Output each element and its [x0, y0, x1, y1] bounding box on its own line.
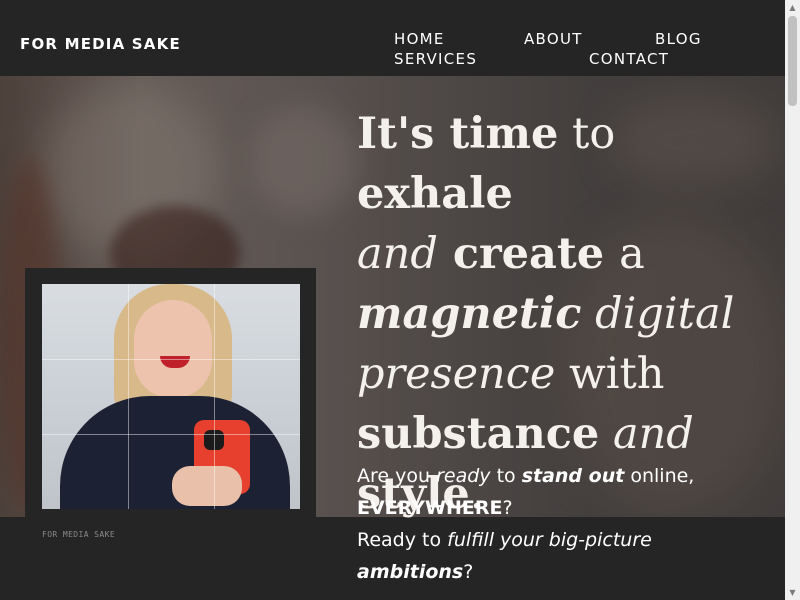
- text-segment: EVERYWHERE: [357, 497, 503, 519]
- text-segment: Ready to: [357, 529, 448, 551]
- text-segment: presence: [357, 349, 556, 399]
- text-segment: stand out: [521, 465, 625, 487]
- text-segment: to: [490, 465, 522, 487]
- grid-line: [42, 359, 300, 360]
- text-segment: substance: [357, 409, 600, 459]
- hero-subheading-ambitions: Ready to fulfill your big-picture ambitio…: [357, 524, 652, 588]
- nav-about[interactable]: ABOUT: [524, 30, 583, 48]
- nav-blog[interactable]: BLOG: [655, 30, 702, 48]
- brand-logo[interactable]: FOR MEDIA SAKE: [20, 35, 181, 53]
- nav-contact[interactable]: CONTACT: [589, 50, 669, 68]
- site-header: FOR MEDIA SAKE HOME ABOUT BLOG SERVICES …: [0, 0, 785, 76]
- text-segment: exhale: [357, 169, 513, 219]
- page: FOR MEDIA SAKE HOME ABOUT BLOG SERVICES …: [0, 0, 785, 600]
- scroll-down-icon[interactable]: ▼: [785, 585, 800, 600]
- grid-line: [128, 284, 129, 509]
- text-segment: with: [555, 349, 665, 399]
- photo-watermark: FOR MEDIA SAKE: [42, 530, 116, 539]
- hero-subheading-standout: Are you ready to stand out online, EVERYW…: [357, 460, 694, 524]
- text-segment: a: [619, 229, 645, 279]
- grid-line: [214, 284, 215, 509]
- scroll-up-icon[interactable]: ▲: [785, 0, 800, 15]
- portrait-photo: [42, 284, 300, 509]
- text-segment: and: [599, 409, 694, 459]
- text-segment: online,: [624, 465, 695, 487]
- text-segment: ready: [436, 465, 491, 487]
- photo-hand: [172, 466, 242, 506]
- photo-face: [134, 300, 212, 398]
- text-segment: ?: [502, 497, 513, 519]
- text-segment: create: [437, 229, 620, 279]
- text-segment: and: [357, 229, 438, 279]
- text-segment: ?: [463, 561, 474, 583]
- scroll-thumb[interactable]: [788, 16, 797, 106]
- text-segment: ambitions: [357, 561, 464, 583]
- nav-services[interactable]: SERVICES: [394, 50, 477, 68]
- vertical-scrollbar[interactable]: ▲ ▼: [785, 0, 800, 600]
- text-segment: digital: [581, 289, 735, 339]
- text-segment: Are you: [357, 465, 437, 487]
- grid-line: [42, 434, 300, 435]
- nav-home[interactable]: HOME: [394, 30, 445, 48]
- text-segment: fulfill your big-picture: [447, 529, 652, 551]
- text-segment: magnetic: [357, 289, 582, 339]
- text-segment: to: [558, 109, 616, 159]
- text-segment: It's time: [357, 109, 559, 159]
